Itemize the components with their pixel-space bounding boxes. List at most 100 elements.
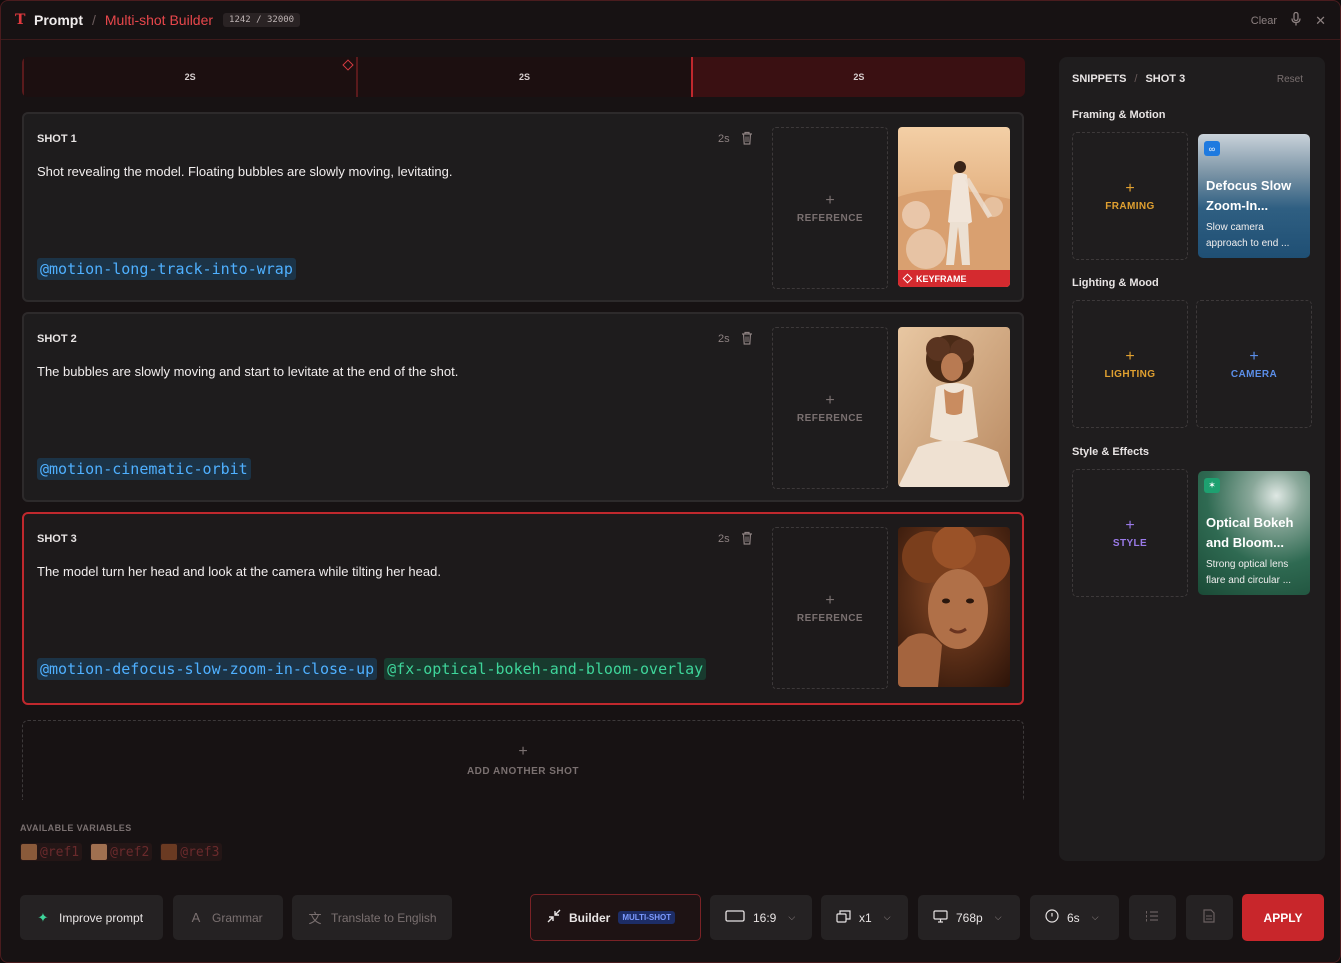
duration-select[interactable]: 6s ⌵ [1030,895,1119,940]
reference-label: REFERENCE [796,612,864,624]
variable-chip[interactable]: @ref2 [90,843,153,861]
shot-thumbnail[interactable]: KEYFRAME [898,127,1010,287]
add-lighting-snippet[interactable]: + LIGHTING [1072,300,1188,428]
translate-icon: 文 [308,911,322,926]
collapse-arrows-icon [547,909,561,926]
microphone-icon[interactable] [1291,11,1301,29]
chevron-down-icon: ⌵ [994,912,1002,922]
reference-label: REFERENCE [796,212,864,224]
clock-icon [1045,909,1059,926]
timeline-segment-2[interactable]: 2S [356,57,690,97]
shot-title: SHOT 1 [37,133,77,145]
aspect-ratio-icon [725,910,745,925]
app-window: T Prompt / Multi-shot Builder 1242 / 320… [0,0,1341,963]
variable-chip[interactable]: @ref3 [160,843,223,861]
style-label: STYLE [1112,537,1148,549]
snippets-separator: / [1134,73,1138,85]
closeup-model-image [898,527,1010,687]
shot-card-1[interactable]: SHOT 1 2s Shot revealing the model. Floa… [22,112,1024,302]
timeline-segment-label: 2S [184,72,196,82]
plus-icon: + [825,391,835,409]
shot-thumbnail[interactable] [898,527,1010,687]
chevron-down-icon: ⌵ [788,912,796,922]
variable-thumbnail [161,844,178,860]
plus-icon: + [1125,347,1135,365]
shot-card-3[interactable]: SHOT 3 2s The model turn her head and lo… [22,512,1024,705]
snippet-card-defocus[interactable]: ∞ Defocus Slow Zoom-In... Slow camera ap… [1198,134,1310,258]
variables-list: @ref1 @ref2 @ref3 [20,843,223,861]
clear-button[interactable]: Clear [1251,15,1277,27]
camera-label: CAMERA [1230,368,1278,380]
delete-shot-trash-icon[interactable] [741,331,753,345]
shot-prompt-text[interactable]: The bubbles are slowly moving and start … [37,364,458,379]
plus-icon: + [518,743,528,760]
delete-shot-trash-icon[interactable] [741,531,753,545]
motion-tag[interactable]: @motion-defocus-slow-zoom-in-close-up [37,658,378,680]
snippet-card-bokeh[interactable]: ✶ Optical Bokeh and Bloom... Strong opti… [1198,471,1310,595]
seated-model-image [898,327,1010,487]
sparkle-icon: ✶ [1204,478,1220,493]
shot-prompt-text[interactable]: The model turn her head and look at the … [37,564,441,579]
variable-thumbnail [21,844,37,860]
variable-thumbnail [91,844,108,860]
add-style-snippet[interactable]: + STYLE [1072,469,1188,597]
aspect-ratio-select[interactable]: 16:9 ⌵ [710,895,812,940]
improve-prompt-button[interactable]: ✦ Improve prompt [20,895,163,940]
shot-card-2[interactable]: SHOT 2 2s The bubbles are slowly moving … [22,312,1024,502]
variable-name: @ref1 [40,844,80,860]
breadcrumb-current: Multi-shot Builder [104,12,214,28]
copies-icon [836,909,851,926]
snippets-panel: SNIPPETS / SHOT 3 Reset Framing & Motion… [1059,57,1325,861]
builder-button[interactable]: Builder MULTI-SHOT [530,894,701,941]
shot-title: SHOT 3 [37,533,77,545]
lighting-label: LIGHTING [1104,368,1156,380]
shot-duration[interactable]: 2s [718,533,730,545]
document-icon [1203,909,1215,926]
document-view-button[interactable] [1186,895,1233,940]
shot-tags: @motion-defocus-slow-zoom-in-close-up @f… [37,658,707,680]
chevron-down-icon: ⌵ [1091,912,1099,922]
grammar-icon: A [191,910,201,925]
add-camera-snippet[interactable]: + CAMERA [1196,300,1312,428]
fx-tag[interactable]: @fx-optical-bokeh-and-bloom-overlay [384,658,707,680]
shot-tags: @motion-long-track-into-wrap [37,258,296,280]
resolution-select[interactable]: 768p ⌵ [918,895,1020,940]
shot-thumbnail[interactable] [898,327,1010,487]
character-counter: 1242 / 32000 [223,13,301,27]
variable-name: @ref3 [180,844,220,860]
snippets-header: SNIPPETS / SHOT 3 [1072,73,1185,85]
add-another-shot-button[interactable]: + ADD ANOTHER SHOT [22,720,1024,800]
reference-upload-slot[interactable]: + REFERENCE [772,327,888,489]
timeline-segment-1[interactable]: 2S [22,57,356,97]
output-count-select[interactable]: x1 ⌵ [821,895,908,940]
add-shot-label: ADD ANOTHER SHOT [466,766,580,777]
reference-upload-slot[interactable]: + REFERENCE [772,127,888,289]
grammar-button[interactable]: A Grammar [173,895,283,940]
breadcrumb-separator: / [92,12,96,28]
framing-label: FRAMING [1105,200,1155,212]
header-bar: T Prompt / Multi-shot Builder 1242 / 320… [1,1,1340,40]
shot-duration[interactable]: 2s [718,133,730,145]
motion-tag[interactable]: @motion-long-track-into-wrap [37,258,296,280]
motion-tag[interactable]: @motion-cinematic-orbit [37,458,251,480]
close-icon[interactable]: ✕ [1315,13,1326,29]
list-view-button[interactable] [1129,895,1176,940]
available-variables-title: AVAILABLE VARIABLES [20,823,132,833]
reference-upload-slot[interactable]: + REFERENCE [772,527,888,689]
add-framing-snippet[interactable]: + FRAMING [1072,132,1188,260]
app-logo-icon: T [15,12,26,28]
snippet-card-title: Optical Bokeh and Bloom... [1206,515,1294,550]
timeline-segment-3[interactable]: 2S [690,57,1025,97]
snippets-reset-button[interactable]: Reset [1277,74,1303,85]
plus-icon: + [1125,516,1135,534]
variable-chip[interactable]: @ref1 [20,843,83,861]
breadcrumb-root[interactable]: Prompt [34,12,83,28]
snippets-context: SHOT 3 [1145,73,1186,85]
apply-button[interactable]: APPLY [1242,894,1324,941]
translate-button[interactable]: 文 Translate to English [292,895,452,940]
shot-prompt-text[interactable]: Shot revealing the model. Floating bubbl… [37,164,453,179]
improve-prompt-label: Improve prompt [59,910,144,925]
delete-shot-trash-icon[interactable] [741,131,753,145]
shot-duration[interactable]: 2s [718,333,730,345]
timeline-segment-label: 2S [853,72,865,82]
